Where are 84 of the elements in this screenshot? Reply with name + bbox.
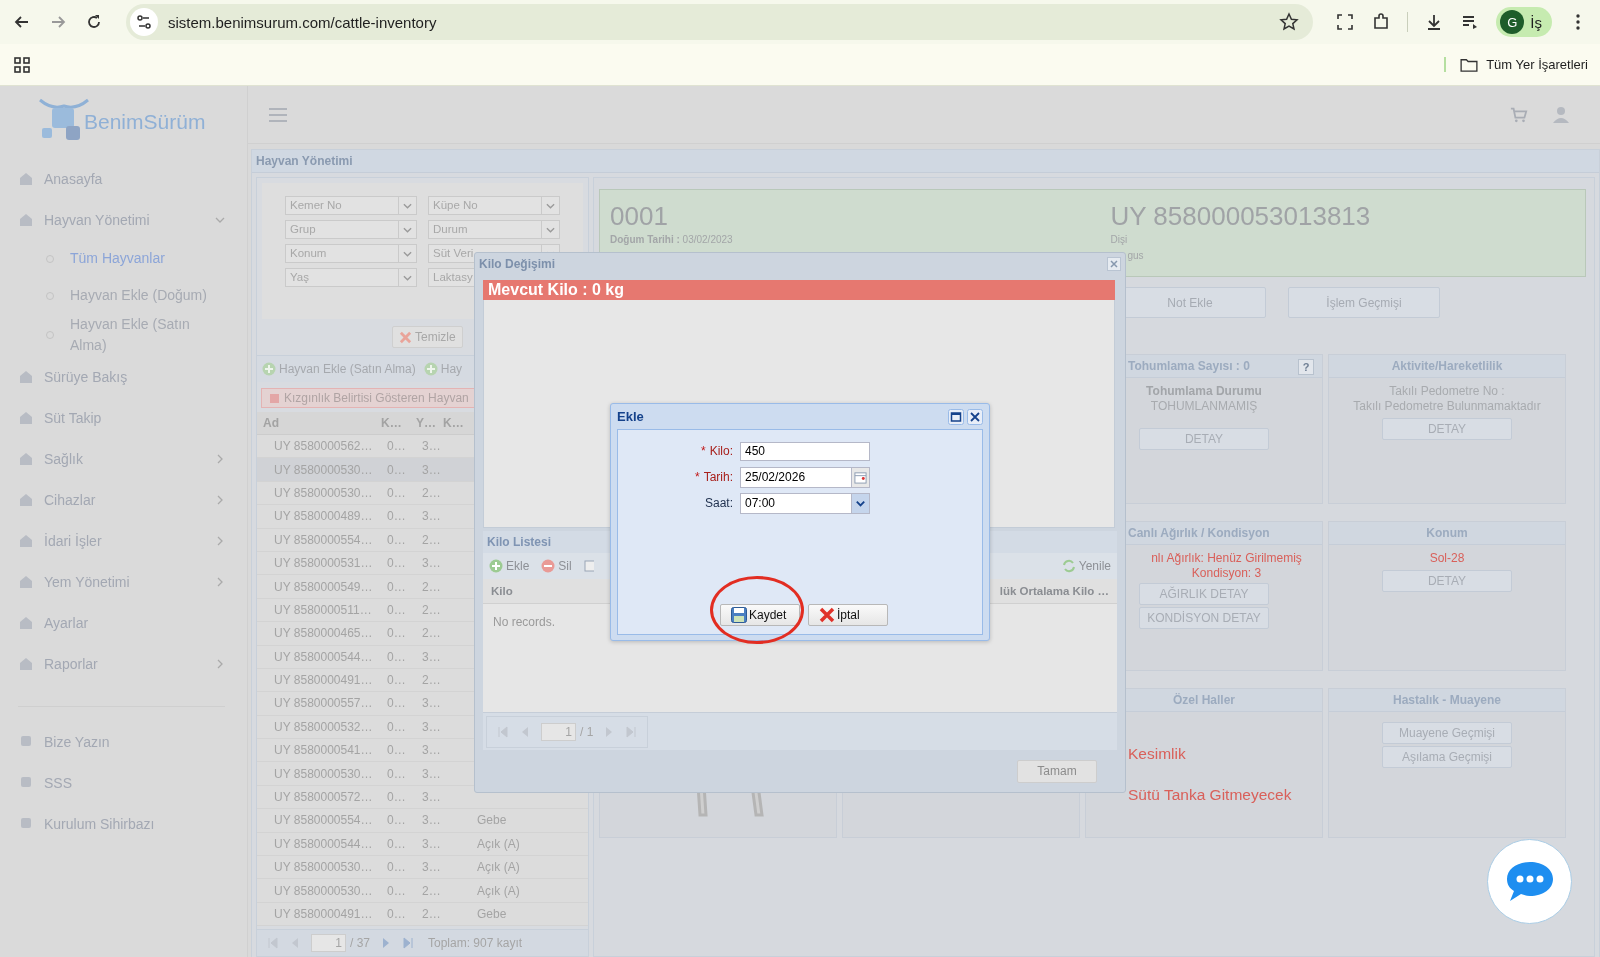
table-cell-text: 0…: [387, 602, 407, 617]
table-cell-text: UY 8580000549…: [273, 579, 374, 594]
table-cell-text: 2…: [422, 907, 442, 921]
table-cell-text: 2…: [422, 485, 442, 500]
table-cell-text: 2…: [422, 602, 442, 617]
table-cell-text: UY 8580000491…: [273, 907, 374, 921]
table-cell-text: UY 8580000530…: [273, 860, 374, 875]
dialog-title: Ekle: [617, 409, 645, 424]
panel-title: Hayvan Yönetimi: [252, 150, 1599, 173]
table-cell-text: UY 8580000557…: [273, 696, 374, 711]
table-cell-text: UY 8580000511…: [273, 602, 373, 617]
table-cell-text: 0…: [387, 579, 407, 594]
table-cell-text: 0…: [387, 743, 407, 758]
table-cell-text: 3…: [422, 556, 442, 571]
table-cell-text: 0…: [387, 696, 407, 711]
url-text: sistem.benimsurum.com/cattle-inventory: [168, 13, 438, 31]
record-count: Toplam: 907 kayıt: [428, 936, 523, 950]
table-cell-text: 3…: [422, 860, 442, 875]
dialog-title: Kilo Değişimi: [479, 257, 555, 271]
table-cell-text: 0…: [387, 813, 407, 828]
table-cell-text: 2…: [422, 579, 442, 594]
status-tag: Kesimlik: [1128, 746, 1186, 761]
table-cell-text: UY 8580000531…: [273, 556, 374, 571]
table-cell-text: 0…: [387, 790, 407, 805]
animal-number: 0001: [610, 200, 669, 232]
table-cell-text: 3…: [422, 649, 442, 664]
table-cell-text: 3…: [422, 790, 442, 805]
table-cell-text: 0…: [387, 883, 407, 898]
table-cell-text: UY 8580000532…: [273, 719, 374, 734]
table-cell-text: UY 8580000530…: [273, 485, 374, 500]
table-cell-text: 0…: [387, 766, 407, 781]
card-text: Kondisyon: 3: [1191, 566, 1262, 581]
field-label: * Kilo:: [700, 444, 734, 458]
table-cell-text: 0…: [387, 673, 407, 688]
table-cell-text: 0…: [387, 532, 407, 547]
status-tag: Sütü Tanka Gitmeyecek: [1128, 787, 1292, 802]
table-cell-text: UY 8580000530…: [273, 766, 374, 781]
table-cell: Gebe: [477, 813, 507, 828]
table-cell-text: UY 8580000554…: [273, 532, 374, 547]
table-cell-text: 2…: [422, 883, 442, 898]
table-cell-text: 0…: [387, 649, 407, 664]
table-cell-text: 3…: [422, 766, 442, 781]
table-cell-text: 3…: [422, 439, 442, 454]
profile-label: İş: [1530, 13, 1542, 31]
table-cell-text: 0…: [387, 860, 407, 875]
table-cell-text: 0…: [387, 485, 407, 500]
table-cell-text: UY 8580000541…: [273, 743, 374, 758]
field-label: * Tarih:: [694, 470, 734, 484]
table-cell-text: 2…: [422, 626, 442, 641]
table-cell-text: 0…: [387, 836, 407, 851]
table-cell-text: 3…: [422, 813, 442, 828]
table-cell-text: 0…: [387, 556, 407, 571]
current-weight-bar: Mevcut Kilo : 0 kg: [483, 280, 1115, 300]
table-cell-text: UY 8580000572…: [273, 790, 374, 805]
table-cell-text: 3…: [422, 509, 442, 524]
table-cell: Açık (A): [477, 860, 520, 875]
table-cell-text: UY 8580000489…: [273, 509, 374, 524]
table-cell-text: 3…: [422, 743, 442, 758]
page-total: / 37: [350, 936, 370, 950]
table-cell-text: 3…: [422, 836, 442, 851]
profile-avatar: G: [1500, 10, 1525, 34]
table-cell-text: 2…: [422, 532, 442, 547]
table-cell-text: UY 8580000544…: [273, 649, 374, 664]
table-cell-text: UY 8580000562…: [273, 439, 374, 454]
card-text: Sol-28: [1429, 551, 1465, 566]
table-cell: Açık (A): [477, 883, 520, 898]
table-cell-text: 0…: [387, 907, 407, 921]
table-cell-text: 3…: [422, 696, 442, 711]
ear-tag-number: UY 858000053013813: [1110, 200, 1372, 232]
table-cell-text: UY 8580000544…: [273, 836, 374, 851]
table-cell-text: UY 8580000465…: [273, 626, 374, 641]
table-cell: Gebe: [477, 907, 507, 921]
field-label: Saat:: [703, 496, 734, 510]
table-cell-text: 2…: [422, 673, 442, 688]
table-cell-text: 3…: [422, 719, 442, 734]
table-cell-text: UY 8580000491…: [273, 673, 374, 688]
table-cell-text: 0…: [387, 626, 407, 641]
table-cell-text: 0…: [387, 719, 407, 734]
table-cell-text: UY 8580000554…: [273, 813, 374, 828]
table-cell-text: 0…: [387, 439, 407, 454]
table-cell-text: UY 8580000530…: [273, 883, 374, 898]
table-cell-text: 0…: [387, 509, 407, 524]
table-cell: Açık (A): [477, 836, 520, 851]
card-text: nlı Ağırlık: Henüz Girilmemiş: [1151, 551, 1302, 566]
